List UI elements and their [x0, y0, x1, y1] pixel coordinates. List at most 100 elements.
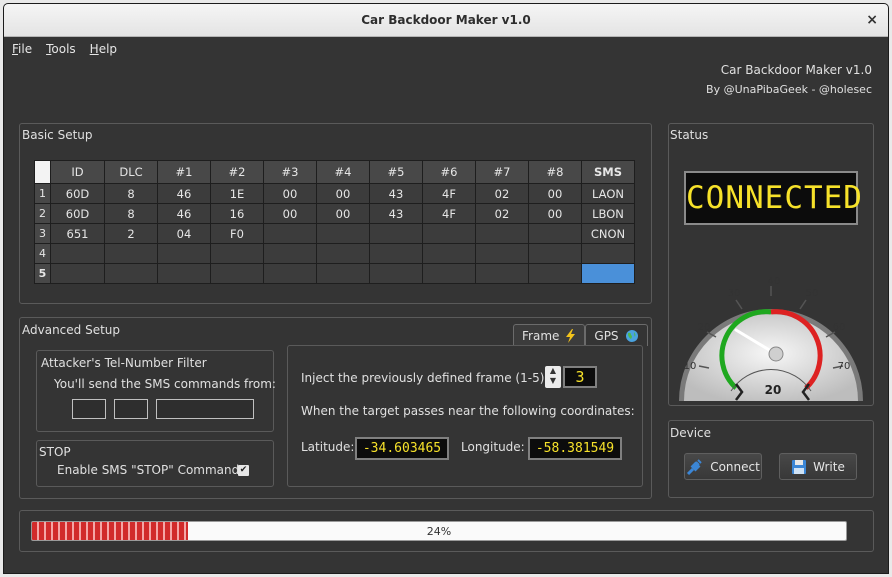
table-cell[interactable]: [369, 243, 423, 264]
menu-tools[interactable]: Tools: [46, 42, 76, 56]
table-cell[interactable]: [316, 243, 370, 264]
table-cell[interactable]: [528, 223, 582, 244]
table-cell[interactable]: LAON: [581, 183, 635, 204]
table-cell[interactable]: 4F: [422, 183, 476, 204]
column-header[interactable]: ID: [50, 160, 105, 184]
table-cell[interactable]: [475, 223, 529, 244]
table-cell[interactable]: [581, 243, 635, 264]
table-row[interactable]: 4: [34, 243, 635, 264]
table-cell[interactable]: 43: [369, 183, 423, 204]
table-cell[interactable]: [316, 223, 370, 244]
table-cell[interactable]: 00: [316, 203, 370, 224]
close-icon[interactable]: ×: [866, 12, 878, 28]
row-header[interactable]: 1: [34, 183, 51, 204]
table-cell[interactable]: [104, 243, 158, 264]
table-cell[interactable]: 8: [104, 203, 158, 224]
table-cell[interactable]: 8: [104, 183, 158, 204]
table-cell[interactable]: [263, 223, 317, 244]
spinner-arrows[interactable]: ▲ ▼: [545, 366, 561, 388]
tel-number-field[interactable]: [156, 399, 254, 419]
table-cell[interactable]: CNON: [581, 223, 635, 244]
table-cell[interactable]: [369, 263, 423, 284]
gauge-tick-label: 60: [833, 322, 846, 333]
column-header[interactable]: #2: [210, 160, 264, 184]
column-header[interactable]: #1: [157, 160, 211, 184]
table-cell[interactable]: F0: [210, 223, 264, 244]
table-cell[interactable]: LBON: [581, 203, 635, 224]
frame-spinner[interactable]: ▲ ▼ 3: [545, 366, 599, 388]
table-cell[interactable]: [157, 243, 211, 264]
table-cell[interactable]: [369, 223, 423, 244]
table-corner[interactable]: [34, 160, 51, 184]
table-cell[interactable]: [422, 243, 476, 264]
write-button[interactable]: Write: [779, 453, 857, 480]
table-row[interactable]: 2 60D 8 46 16 00 00 43 4F 02 00 LBON: [34, 203, 635, 224]
column-header[interactable]: #5: [369, 160, 423, 184]
table-cell[interactable]: 4F: [422, 203, 476, 224]
table-cell[interactable]: [475, 243, 529, 264]
tel-area-code-field[interactable]: [114, 399, 148, 419]
table-cell[interactable]: 43: [369, 203, 423, 224]
column-header[interactable]: SMS: [581, 160, 635, 184]
column-header[interactable]: #7: [475, 160, 529, 184]
table-cell[interactable]: 00: [263, 183, 317, 204]
table-cell[interactable]: [263, 263, 317, 284]
table-cell[interactable]: 04: [157, 223, 211, 244]
table-cell[interactable]: 02: [475, 183, 529, 204]
connect-button[interactable]: Connect: [684, 453, 762, 480]
table-cell[interactable]: [422, 223, 476, 244]
table-cell[interactable]: [528, 263, 582, 284]
table-cell[interactable]: 00: [528, 183, 582, 204]
tab-gps[interactable]: GPS: [585, 324, 648, 346]
table-cell[interactable]: [50, 243, 105, 264]
table-cell[interactable]: [581, 263, 635, 284]
table-cell[interactable]: [528, 243, 582, 264]
table-row[interactable]: 1 60D 8 46 1E 00 00 43 4F 02 00 LAON: [34, 183, 635, 204]
table-cell[interactable]: [104, 263, 158, 284]
table-cell[interactable]: [316, 263, 370, 284]
latitude-value: -34.603465: [362, 441, 442, 456]
spinner-down-icon[interactable]: ▼: [545, 376, 561, 386]
table-cell[interactable]: 02: [475, 203, 529, 224]
column-header[interactable]: #8: [528, 160, 582, 184]
table-cell[interactable]: 46: [157, 183, 211, 204]
menu-help[interactable]: Help: [90, 42, 117, 56]
coordinates-label: When the target passes near the followin…: [301, 404, 635, 418]
table-cell[interactable]: [422, 263, 476, 284]
row-header[interactable]: 4: [34, 243, 51, 264]
stop-sms-checkbox[interactable]: ✔: [238, 465, 249, 476]
table-cell[interactable]: 2: [104, 223, 158, 244]
table-cell[interactable]: 60D: [50, 203, 105, 224]
table-cell[interactable]: [50, 263, 105, 284]
row-header[interactable]: 5: [34, 263, 51, 284]
column-header[interactable]: #3: [263, 160, 317, 184]
table-cell[interactable]: 00: [316, 183, 370, 204]
latitude-field[interactable]: -34.603465: [355, 437, 449, 460]
table-cell[interactable]: 16: [210, 203, 264, 224]
frame-number-field[interactable]: 3: [563, 366, 597, 388]
longitude-field[interactable]: -58.381549: [528, 437, 622, 460]
table-cell[interactable]: 1E: [210, 183, 264, 204]
table-cell[interactable]: 60D: [50, 183, 105, 204]
tab-frame[interactable]: Frame: [513, 324, 586, 346]
table-cell[interactable]: 00: [263, 203, 317, 224]
spinner-up-icon[interactable]: ▲: [545, 366, 561, 376]
frames-table[interactable]: ID DLC #1 #2 #3 #4 #5 #6 #7 #8 SMS 1 60D 8 46 1E 00 00 43…: [34, 160, 635, 284]
table-cell[interactable]: 00: [528, 203, 582, 224]
tel-country-code-field[interactable]: [72, 399, 106, 419]
table-row[interactable]: 3 651 2 04 F0 CNON: [34, 223, 635, 244]
table-cell[interactable]: [157, 263, 211, 284]
table-cell[interactable]: [210, 263, 264, 284]
table-row[interactable]: 5: [34, 263, 635, 284]
row-header[interactable]: 2: [34, 203, 51, 224]
menu-file[interactable]: File: [12, 42, 32, 56]
table-cell[interactable]: [475, 263, 529, 284]
table-cell[interactable]: [210, 243, 264, 264]
column-header[interactable]: #4: [316, 160, 370, 184]
table-cell[interactable]: 651: [50, 223, 105, 244]
column-header[interactable]: #6: [422, 160, 476, 184]
row-header[interactable]: 3: [34, 223, 51, 244]
table-cell[interactable]: [263, 243, 317, 264]
table-cell[interactable]: 46: [157, 203, 211, 224]
column-header[interactable]: DLC: [104, 160, 158, 184]
